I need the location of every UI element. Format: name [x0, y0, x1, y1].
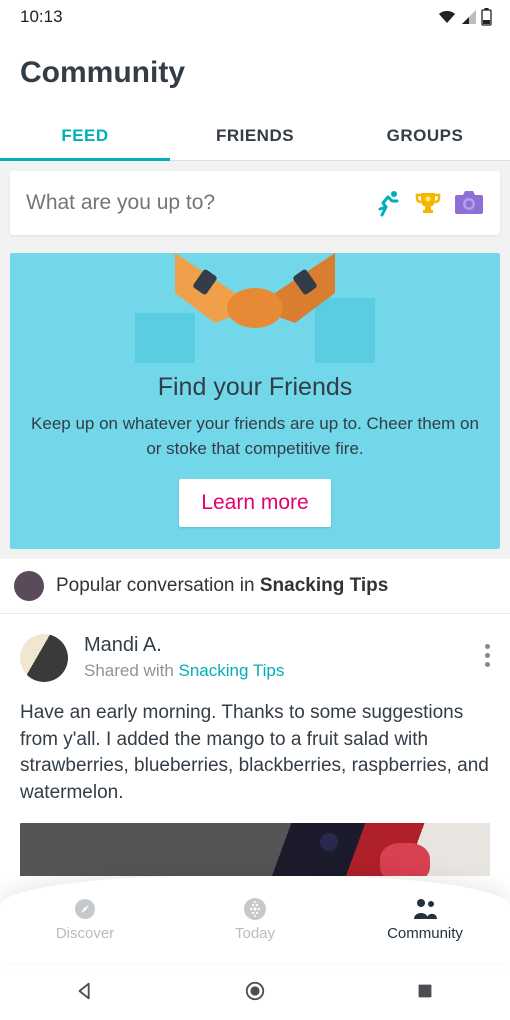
learn-more-button[interactable]: Learn more	[179, 479, 330, 527]
recents-button[interactable]	[414, 980, 436, 1002]
nav-discover[interactable]: Discover	[0, 876, 170, 962]
promo-title: Find your Friends	[28, 373, 482, 402]
tab-feed[interactable]: FEED	[0, 112, 170, 160]
trophy-icon[interactable]	[414, 189, 442, 217]
composer[interactable]	[10, 171, 500, 235]
tabs: FEED FRIENDS GROUPS	[0, 112, 510, 161]
back-button[interactable]	[74, 980, 96, 1002]
tab-friends[interactable]: FRIENDS	[170, 112, 340, 160]
find-friends-card: Find your Friends Keep up on whatever yo…	[10, 253, 500, 549]
conversation-group: Snacking Tips	[260, 575, 388, 596]
nav-discover-label: Discover	[56, 925, 114, 942]
status-time: 10:13	[20, 7, 63, 27]
tab-friends-label: FRIENDS	[216, 126, 294, 145]
battery-icon	[481, 8, 492, 26]
status-icons	[437, 8, 492, 26]
nav-today-label: Today	[235, 925, 275, 942]
page-title: Community	[0, 34, 510, 112]
compass-icon	[73, 897, 97, 921]
post-header: Mandi A. Shared with Snacking Tips	[20, 634, 490, 682]
bottom-nav: Discover Today Community	[0, 876, 510, 962]
promo-description: Keep up on whatever your friends are up …	[28, 412, 482, 461]
tab-groups[interactable]: GROUPS	[340, 112, 510, 160]
nav-community-label: Community	[387, 925, 463, 942]
signal-icon	[461, 9, 477, 25]
post-author-name[interactable]: Mandi A.	[84, 634, 284, 657]
post-body: Have an early morning. Thanks to some su…	[20, 700, 490, 806]
group-avatar	[14, 571, 44, 601]
content-area: Find your Friends Keep up on whatever yo…	[0, 161, 510, 876]
feed-post: Mandi A. Shared with Snacking Tips Have …	[0, 614, 510, 876]
tab-groups-label: GROUPS	[387, 126, 464, 145]
post-more-button[interactable]	[485, 634, 490, 671]
home-button[interactable]	[244, 980, 266, 1002]
nav-today[interactable]: Today	[170, 876, 340, 962]
activity-icon[interactable]	[374, 189, 402, 217]
popular-conversation-banner[interactable]: Popular conversation in Snacking Tips	[0, 559, 510, 614]
conversation-text: Popular conversation in Snacking Tips	[56, 575, 388, 597]
tab-feed-label: FEED	[61, 126, 108, 145]
conversation-prefix: Popular conversation in	[56, 575, 260, 596]
composer-input[interactable]	[26, 191, 374, 215]
camera-icon[interactable]	[454, 190, 484, 216]
post-shared-group-link[interactable]: Snacking Tips	[179, 661, 285, 680]
system-nav	[0, 962, 510, 1020]
nav-community[interactable]: Community	[340, 876, 510, 962]
wifi-icon	[437, 9, 457, 25]
post-shared-line: Shared with Snacking Tips	[84, 661, 284, 681]
post-shared-prefix: Shared with	[84, 661, 179, 680]
post-author-avatar[interactable]	[20, 634, 68, 682]
community-icon	[411, 897, 439, 921]
status-bar: 10:13	[0, 0, 510, 34]
post-image[interactable]	[20, 823, 490, 876]
fitbit-icon	[243, 897, 267, 921]
handshake-illustration	[28, 253, 482, 363]
